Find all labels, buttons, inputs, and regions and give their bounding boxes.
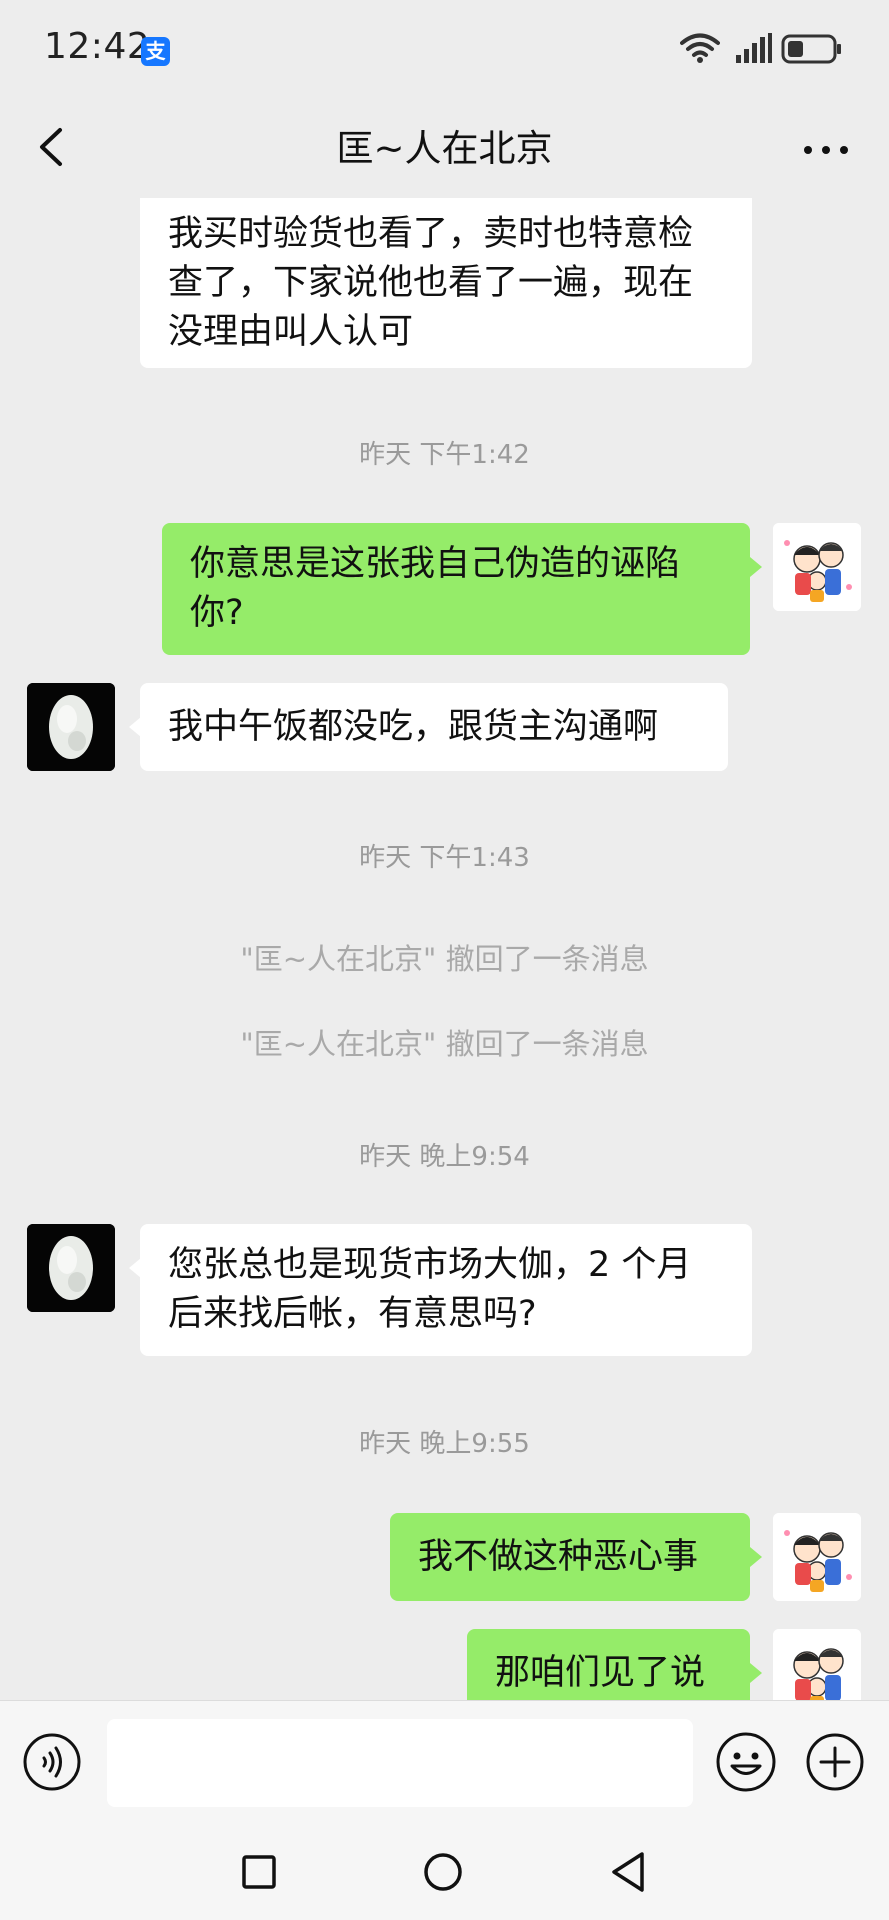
jade-pendant-icon <box>27 683 115 771</box>
incoming-message[interactable]: 我买时验货也看了，卖时也特意检 查了，下家说他也看了一遍，现在 没理由叫人认可 <box>140 198 752 368</box>
family-cartoon-icon <box>773 1629 861 1700</box>
message-input[interactable] <box>107 1719 693 1807</box>
home-icon[interactable] <box>423 1852 463 1892</box>
status-time: 12:42 <box>44 26 151 67</box>
outgoing-message[interactable]: 那咱们见了说 <box>467 1629 750 1700</box>
incoming-message[interactable]: 您张总也是现货市场大伽，2 个月 后来找后帐，有意思吗? <box>140 1224 752 1356</box>
voice-icon[interactable] <box>22 1732 82 1792</box>
recall-notice: "匡~人在北京" 撤回了一条消息 <box>240 942 649 976</box>
contact-avatar[interactable] <box>27 1224 115 1312</box>
chat-header: 匡~人在北京 <box>0 100 889 198</box>
family-cartoon-icon <box>773 1513 861 1601</box>
outgoing-message[interactable]: 你意思是这张我自己伪造的诬陷 你? <box>162 523 750 655</box>
message-text: 那咱们见了说 <box>495 1652 706 1693</box>
message-text: 你意思是这张我自己伪造的诬陷 你? <box>190 544 681 633</box>
family-cartoon-icon <box>773 523 861 611</box>
recall-notice: "匡~人在北京" 撤回了一条消息 <box>240 1027 649 1061</box>
outgoing-message[interactable]: 我不做这种恶心事 <box>390 1513 750 1601</box>
my-avatar[interactable] <box>773 523 861 611</box>
plus-icon[interactable] <box>805 1732 865 1792</box>
incoming-message[interactable]: 我中午饭都没吃，跟货主沟通啊 <box>140 683 728 771</box>
emoji-icon[interactable] <box>715 1731 777 1793</box>
contact-avatar[interactable] <box>27 683 115 771</box>
bubble-tail <box>750 1547 762 1567</box>
input-bar <box>0 1700 889 1831</box>
my-avatar[interactable] <box>773 1513 861 1601</box>
timestamp: 昨天 下午1:43 <box>359 843 530 873</box>
signal-icon <box>736 33 772 63</box>
system-nav-bar <box>0 1830 889 1920</box>
recent-apps-icon[interactable] <box>241 1854 277 1890</box>
timestamp: 昨天 下午1:42 <box>359 440 530 470</box>
message-text: 我中午饭都没吃，跟货主沟通啊 <box>168 706 659 747</box>
message-text: 您张总也是现货市场大伽，2 个月 后来找后帐，有意思吗? <box>168 1245 692 1334</box>
chat-title: 匡~人在北京 <box>336 127 553 170</box>
wifi-icon <box>680 33 720 63</box>
alipay-icon: 支 <box>141 37 170 66</box>
message-text: 我不做这种恶心事 <box>418 1536 699 1577</box>
status-bar: 12:42 支 <box>0 0 889 100</box>
bubble-tail <box>750 557 762 577</box>
more-dots-icon[interactable] <box>797 130 857 170</box>
message-text: 我买时验货也看了，卖时也特意检 查了，下家说他也看了一遍，现在 没理由叫人认可 <box>168 213 694 352</box>
bubble-tail <box>750 1663 762 1683</box>
battery-icon <box>781 34 841 64</box>
my-avatar[interactable] <box>773 1629 861 1700</box>
timestamp: 昨天 晚上9:55 <box>359 1429 530 1459</box>
timestamp: 昨天 晚上9:54 <box>359 1142 530 1172</box>
back-icon[interactable] <box>608 1850 648 1894</box>
message-list[interactable]: 我买时验货也看了，卖时也特意检 查了，下家说他也看了一遍，现在 没理由叫人认可 … <box>0 198 889 1700</box>
jade-pendant-icon <box>27 1224 115 1312</box>
